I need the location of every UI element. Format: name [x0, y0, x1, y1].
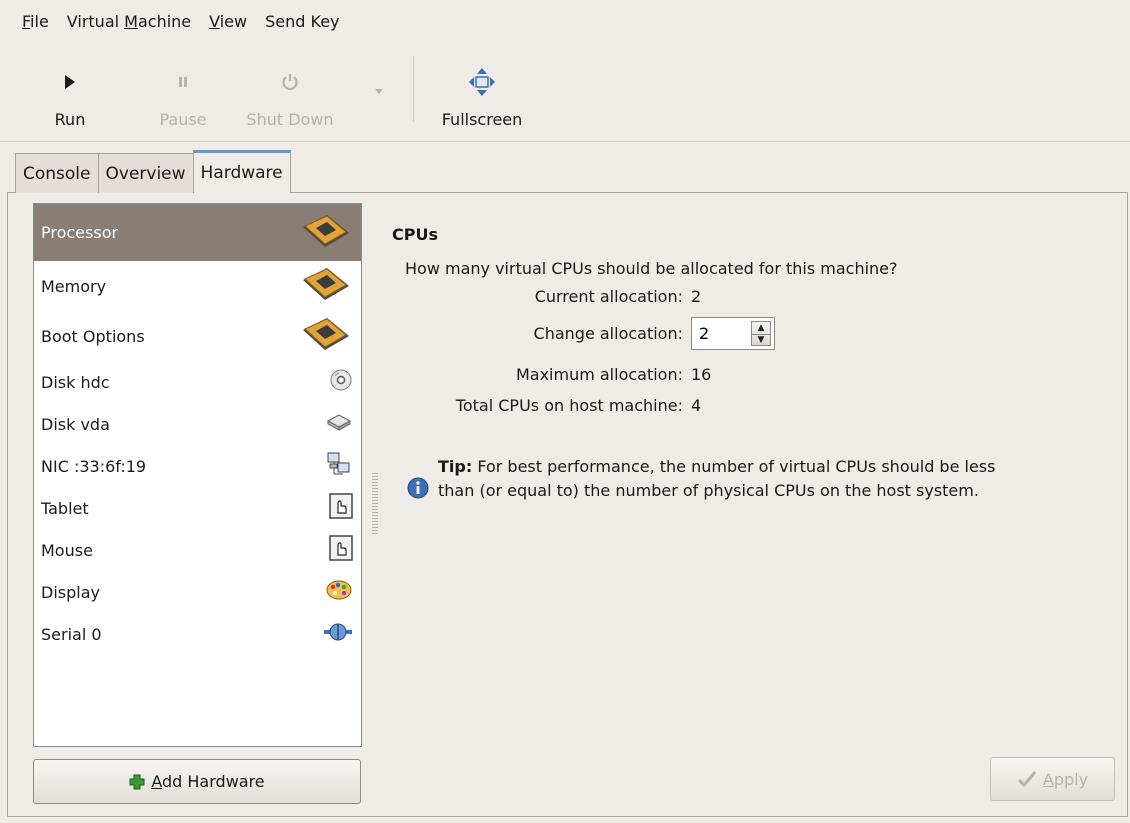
hw-item-nic[interactable]: NIC :33:6f:19 [34, 445, 361, 487]
hw-item-tablet[interactable]: Tablet [34, 487, 361, 529]
toolbar: Run Pause Shut Down Fullscreen [0, 42, 1130, 142]
hw-item-disk-vda[interactable]: Disk vda [34, 403, 361, 445]
hw-item-label: Memory [41, 276, 107, 296]
pane-splitter[interactable] [372, 473, 378, 535]
hw-item-label: Tablet [41, 498, 89, 518]
toolbar-separator [413, 56, 414, 122]
add-hardware-label: Add Hardware [151, 772, 265, 791]
fullscreen-button[interactable]: Fullscreen [437, 62, 527, 129]
menu-file[interactable]: File [22, 12, 49, 31]
cdrom-icon [329, 368, 353, 396]
add-hardware-button[interactable]: Add Hardware [33, 759, 361, 804]
tip-label: Tip: [438, 457, 473, 476]
hw-item-label: Display [41, 582, 100, 602]
mouse-icon [329, 535, 353, 565]
chip-icon [297, 213, 353, 253]
max-allocation-label: Maximum allocation: [515, 365, 683, 384]
spin-arrows[interactable]: ▲ ▼ [751, 321, 771, 346]
tab-console[interactable]: Console [15, 153, 99, 193]
pause-icon [179, 77, 187, 87]
power-icon [282, 74, 298, 91]
info-icon [407, 477, 429, 503]
hw-item-display[interactable]: Display [34, 571, 361, 613]
tip-text: For best performance, the number of virt… [438, 457, 996, 500]
hw-item-label: Disk hdc [41, 372, 110, 392]
total-cpus-label: Total CPUs on host machine: [455, 396, 683, 415]
change-allocation-input[interactable] [692, 318, 755, 349]
hw-item-label: Serial 0 [41, 624, 102, 644]
hw-item-boot-options[interactable]: Boot Options [34, 311, 361, 361]
max-allocation-value: 16 [691, 365, 712, 384]
cpu-question: How many virtual CPUs should be allocate… [405, 259, 898, 278]
tab-hardware[interactable]: Hardware [192, 150, 291, 193]
menu-view[interactable]: View [209, 12, 247, 31]
run-button[interactable]: Run [25, 62, 115, 129]
hw-item-serial[interactable]: Serial 0 [34, 613, 361, 655]
harddisk-icon [325, 411, 353, 437]
hw-item-memory[interactable]: Memory [34, 261, 361, 311]
tablet-icon [329, 493, 353, 523]
hw-item-label: NIC :33:6f:19 [41, 456, 147, 476]
spin-up-icon[interactable]: ▲ [752, 322, 770, 334]
network-icon [325, 450, 353, 482]
performance-tip: Tip: For best performance, the number of… [438, 455, 998, 503]
apply-label: Apply [1042, 769, 1089, 789]
hw-item-label: Processor [41, 223, 119, 242]
current-allocation-label: Current allocation: [534, 287, 683, 306]
add-icon [129, 774, 145, 790]
palette-icon [325, 578, 353, 606]
shutdown-label: Shut Down [246, 110, 334, 129]
hw-item-disk-hdc[interactable]: Disk hdc [34, 361, 361, 403]
cpus-section-title: CPUs [392, 225, 438, 244]
tab-overview[interactable]: Overview [97, 153, 194, 193]
hw-item-processor[interactable]: Processor [34, 204, 361, 261]
fullscreen-icon [469, 68, 495, 96]
pause-label: Pause [159, 110, 207, 129]
tab-bar: Console Overview Hardware [15, 150, 291, 193]
hw-item-label: Mouse [41, 540, 93, 560]
pause-button[interactable]: Pause [138, 62, 228, 129]
fullscreen-label: Fullscreen [441, 110, 523, 129]
play-icon [65, 75, 75, 89]
total-cpus-value: 4 [691, 396, 702, 415]
hw-item-mouse[interactable]: Mouse [34, 529, 361, 571]
hardware-list: Processor Memory Boot Options Disk hdc D… [33, 203, 362, 747]
menu-bar: File Virtual Machine View Send Key [0, 0, 1130, 42]
shutdown-button[interactable]: Shut Down [245, 62, 335, 129]
change-allocation-label: Change allocation: [533, 324, 683, 343]
hw-item-label: Disk vda [41, 414, 110, 434]
shutdown-menu-arrow[interactable] [374, 80, 384, 99]
current-allocation-value: 2 [691, 287, 702, 306]
hw-item-label: Boot Options [41, 326, 145, 346]
menu-virtual-machine[interactable]: Virtual Machine [67, 12, 191, 31]
chip-icon [297, 316, 353, 356]
run-label: Run [54, 110, 86, 129]
serial-icon [323, 622, 353, 646]
menu-send-key[interactable]: Send Key [265, 12, 339, 31]
change-allocation-spinbox[interactable]: ▲ ▼ [691, 317, 775, 350]
spin-down-icon[interactable]: ▼ [752, 333, 770, 347]
apply-button[interactable]: Apply [990, 757, 1115, 801]
dropdown-arrow-icon [375, 89, 383, 94]
chip-icon [297, 266, 353, 306]
checkmark-icon [1017, 770, 1037, 788]
